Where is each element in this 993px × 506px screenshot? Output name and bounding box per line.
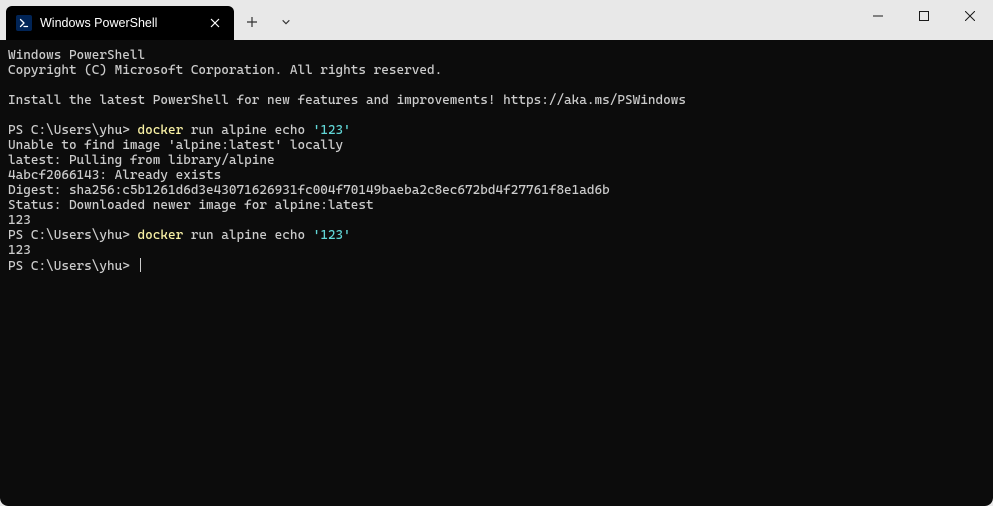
tab-close-button[interactable] — [206, 14, 224, 32]
new-tab-button[interactable] — [236, 6, 268, 38]
close-window-button[interactable] — [947, 0, 993, 32]
terminal-line — [8, 108, 985, 123]
terminal-output[interactable]: Windows PowerShellCopyright (C) Microsof… — [0, 40, 993, 506]
terminal-line: Unable to find image 'alpine:latest' loc… — [8, 138, 985, 153]
terminal-line: Install the latest PowerShell for new fe… — [8, 93, 985, 108]
cursor — [140, 258, 141, 272]
terminal-line: 4abcf2066143: Already exists — [8, 168, 985, 183]
terminal-line: 123 — [8, 213, 985, 228]
minimize-button[interactable] — [855, 0, 901, 32]
terminal-line: Status: Downloaded newer image for alpin… — [8, 198, 985, 213]
terminal-line: latest: Pulling from library/alpine — [8, 153, 985, 168]
terminal-line — [8, 78, 985, 93]
terminal-line: PS C:\Users\yhu> docker run alpine echo … — [8, 123, 985, 138]
window-controls — [855, 0, 993, 32]
window-root: Windows PowerShell Windows P — [0, 0, 993, 506]
tabs-area: Windows PowerShell — [0, 0, 302, 40]
terminal-line: 123 — [8, 243, 985, 258]
maximize-button[interactable] — [901, 0, 947, 32]
terminal-line: Copyright (C) Microsoft Corporation. All… — [8, 63, 985, 78]
terminal-line: PS C:\Users\yhu> — [8, 258, 985, 274]
tab-title: Windows PowerShell — [40, 16, 206, 30]
tab-powershell[interactable]: Windows PowerShell — [6, 6, 234, 40]
terminal-line: PS C:\Users\yhu> docker run alpine echo … — [8, 228, 985, 243]
terminal-line: Digest: sha256:c5b1261d6d3e43071626931fc… — [8, 183, 985, 198]
titlebar: Windows PowerShell — [0, 0, 993, 40]
terminal-line: Windows PowerShell — [8, 48, 985, 63]
powershell-icon — [16, 15, 32, 31]
tab-dropdown-button[interactable] — [270, 6, 302, 38]
